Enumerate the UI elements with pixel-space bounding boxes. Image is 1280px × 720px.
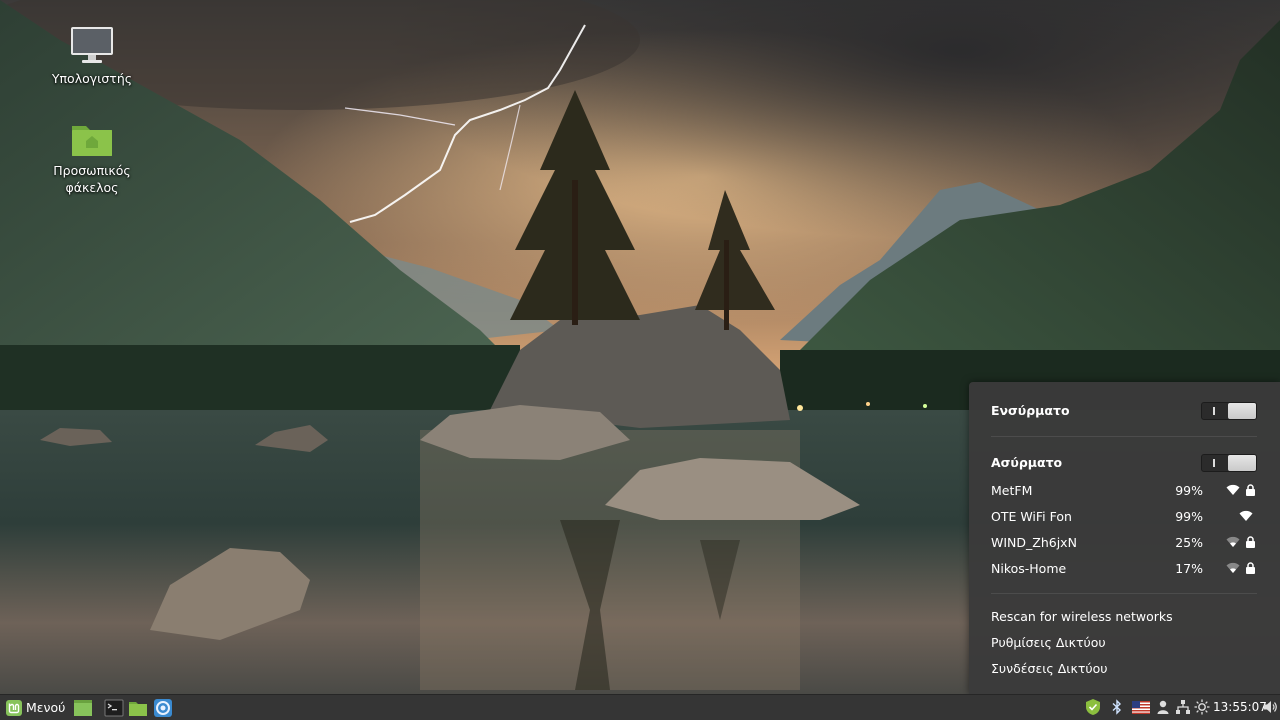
wifi-signal-weak-icon	[1226, 562, 1240, 573]
switch-off-mark	[1213, 407, 1215, 415]
file-manager-icon[interactable]	[128, 698, 148, 718]
wired-section-label: Ενσύρματο	[991, 403, 1070, 418]
lock-icon	[1246, 536, 1255, 548]
switch-off-mark	[1213, 459, 1215, 467]
bluetooth-icon[interactable]	[1112, 699, 1122, 715]
wifi-signal-weak-icon	[1226, 536, 1240, 547]
wifi-signal-full-icon	[1226, 484, 1240, 495]
home-folder-icon	[72, 126, 112, 156]
desktop-icon-computer[interactable]: Υπολογιστής	[47, 26, 137, 87]
wifi-ssid: WIND_Zh6jxN	[991, 535, 1077, 550]
wifi-ssid: Nikos-Home	[991, 561, 1067, 576]
wireless-toggle-switch[interactable]	[1201, 454, 1257, 472]
desktop-icon-home-folder[interactable]: Προσωπικός φάκελος	[47, 120, 137, 196]
us-flag-icon[interactable]	[1132, 701, 1150, 714]
wifi-strength: 99%	[1175, 483, 1203, 498]
clock[interactable]: 13:55:07	[1213, 700, 1267, 714]
taskbar-panel: Μενού 13:55:07	[0, 694, 1280, 720]
main-menu-button[interactable]: Μενού	[2, 697, 68, 719]
wifi-network-item[interactable]: MetFM 99%	[969, 479, 1280, 505]
network-connections-item[interactable]: Συνδέσεις Δικτύου	[991, 661, 1108, 676]
lock-icon	[1246, 484, 1255, 496]
show-desktop-icon[interactable]	[73, 698, 93, 718]
desktop-icon-label: Προσωπικός φάκελος	[53, 163, 131, 195]
browser-icon[interactable]	[153, 698, 173, 718]
wired-divider	[991, 436, 1257, 437]
wifi-strength: 25%	[1175, 535, 1203, 550]
wired-toggle-switch[interactable]	[1201, 402, 1257, 420]
network-menu-popup: Ενσύρματο Ασύρματο MetFM 99% OTE WiFi Fo…	[969, 382, 1280, 694]
shield-icon[interactable]	[1085, 698, 1101, 716]
user-icon[interactable]	[1157, 699, 1169, 715]
wifi-strength: 99%	[1175, 509, 1203, 524]
network-icon[interactable]	[1175, 699, 1191, 715]
wireless-section-label: Ασύρματο	[991, 455, 1063, 470]
lock-icon	[1246, 562, 1255, 574]
switch-knob	[1228, 403, 1256, 419]
desktop-icon-label: Υπολογιστής	[51, 71, 133, 86]
network-settings-item[interactable]: Ρυθμίσεις Δικτύου	[991, 635, 1106, 650]
linux-mint-logo-icon	[6, 700, 22, 716]
wifi-network-item[interactable]: Nikos-Home 17%	[969, 557, 1280, 583]
wifi-strength: 17%	[1175, 561, 1203, 576]
menu-label: Μενού	[26, 700, 66, 715]
wifi-ssid: OTE WiFi Fon	[991, 509, 1072, 524]
brightness-icon[interactable]	[1194, 699, 1210, 715]
volume-icon[interactable]	[1263, 699, 1278, 715]
wifi-network-item[interactable]: OTE WiFi Fon 99%	[969, 505, 1280, 531]
terminal-icon[interactable]	[104, 698, 124, 718]
wifi-ssid: MetFM	[991, 483, 1033, 498]
computer-icon	[71, 27, 113, 63]
wireless-divider	[991, 593, 1257, 594]
wifi-signal-full-icon	[1239, 510, 1253, 521]
wifi-network-item[interactable]: WIND_Zh6jxN 25%	[969, 531, 1280, 557]
rescan-networks-item[interactable]: Rescan for wireless networks	[991, 609, 1173, 624]
switch-knob	[1228, 455, 1256, 471]
